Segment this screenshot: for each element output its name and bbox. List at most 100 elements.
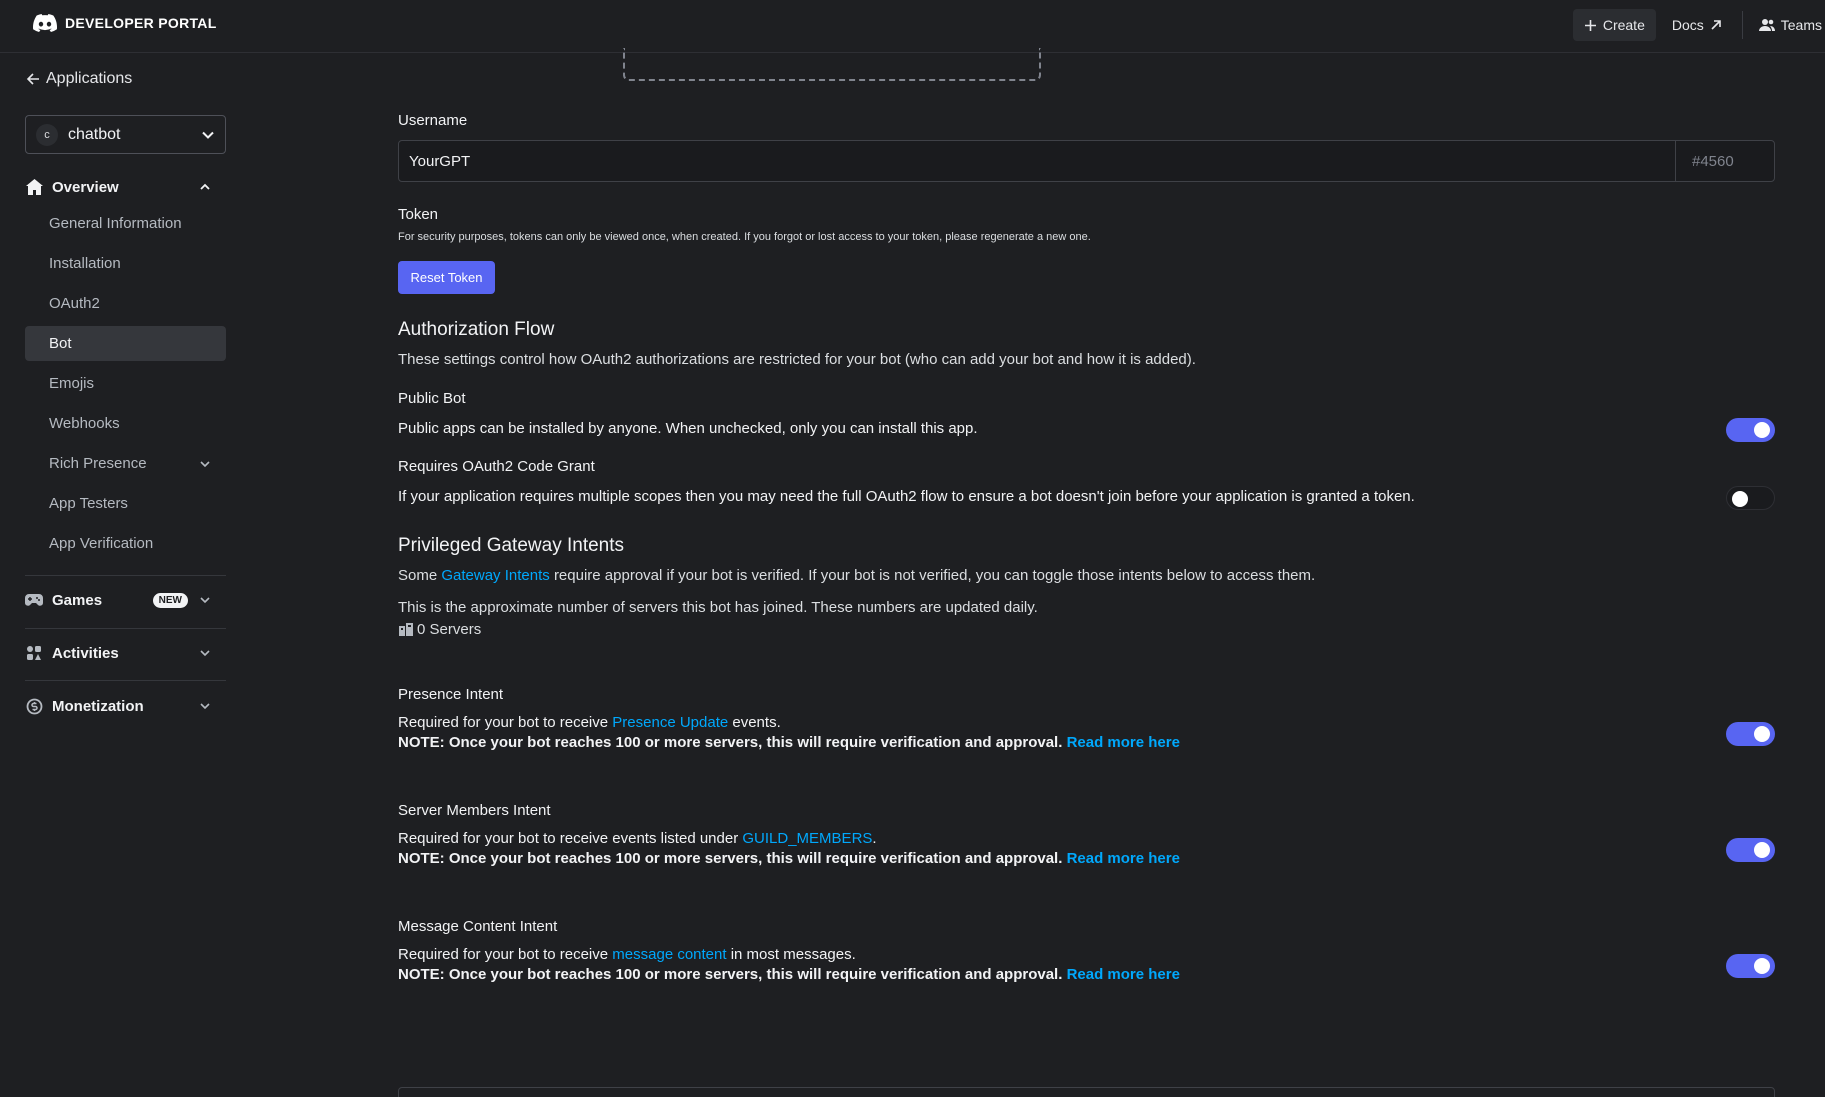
sidebar-item-webhooks[interactable]: Webhooks [25,406,226,441]
message-content-intent-description: Required for your bot to receive message… [398,946,856,963]
read-more-link[interactable]: Read more here [1067,850,1180,867]
username-label: Username [398,112,468,129]
server-members-intent-label: Server Members Intent [398,802,551,819]
home-icon [25,178,43,196]
sidebar-item-oauth2[interactable]: OAuth2 [25,286,226,321]
read-more-link[interactable]: Read more here [1067,966,1180,983]
presence-intent-label: Presence Intent [398,686,504,703]
sidebar-item-app-verification[interactable]: App Verification [25,526,226,561]
message-content-link[interactable]: message content [612,946,726,963]
username-value: YourGPT [409,153,471,170]
top-bar: DEVELOPER PORTAL Create Docs Teams [0,0,1825,53]
app-avatar: c [36,123,58,146]
token-label: Token [398,206,439,223]
presence-update-link[interactable]: Presence Update [612,714,728,731]
back-to-applications-link[interactable]: Applications [26,70,132,88]
username-field[interactable]: YourGPT #4560 [398,140,1775,182]
toggle-knob [1754,726,1770,742]
sidebar-item-label: Installation [49,255,121,272]
chevron-up-icon [200,183,210,190]
monetization-label: Monetization [52,697,144,715]
presence-intent-toggle[interactable] [1726,722,1775,746]
sidebar: Applications c chatbot Overview General … [0,53,250,1097]
create-button[interactable]: Create [1572,9,1656,41]
plus-icon [1584,19,1596,31]
public-bot-toggle[interactable] [1726,418,1775,442]
sidebar-item-app-testers[interactable]: App Testers [25,486,226,521]
chevron-down-icon [202,131,214,139]
app-name: chatbot [68,125,121,143]
message-desc-before: Required for your bot to receive [398,946,609,963]
bottom-panel [398,1087,1775,1097]
discriminator: #4560 [1675,141,1774,181]
gamepad-icon [25,591,43,609]
server-members-intent-description: Required for your bot to receive events … [398,830,877,847]
sidebar-item-bot[interactable]: Bot [25,326,226,361]
toggle-knob [1754,842,1770,858]
monetization-icon [25,697,43,715]
docs-link[interactable]: Docs [1672,17,1722,33]
application-selector[interactable]: c chatbot [25,115,226,154]
presence-desc-after: events. [732,714,781,731]
server-icon [399,623,413,636]
servers-note: This is the approximate number of server… [398,599,1038,616]
read-more-link[interactable]: Read more here [1067,734,1180,751]
reset-token-button[interactable]: Reset Token [398,261,495,294]
sidebar-section-monetization[interactable]: Monetization [25,692,226,720]
sidebar-item-general-information[interactable]: General Information [25,206,226,241]
overview-label: Overview [52,178,119,196]
sidebar-divider [25,628,226,629]
sidebar-item-label: General Information [49,215,182,232]
avatar-upload-dropzone[interactable] [623,48,1041,81]
activities-icon [25,644,43,662]
discord-logo-icon [33,14,57,32]
presence-desc-before: Required for your bot to receive [398,714,609,731]
code-grant-description: If your application requires multiple sc… [398,488,1415,505]
privileged-intents-heading: Privileged Gateway Intents [398,535,625,556]
sidebar-item-label: App Testers [49,495,128,512]
toggle-knob [1754,958,1770,974]
teams-link[interactable]: Teams [1758,17,1822,33]
sidebar-item-label: App Verification [49,535,154,552]
sidebar-item-label: Webhooks [49,415,120,432]
sidebar-section-activities[interactable]: Activities [25,639,226,667]
sidebar-item-emojis[interactable]: Emojis [25,366,226,401]
activities-label: Activities [52,644,119,662]
brand-title: DEVELOPER PORTAL [65,15,217,31]
server-members-intent-note: NOTE: Once your bot reaches 100 or more … [398,850,1180,867]
sidebar-divider [25,575,226,576]
sidebar-section-overview[interactable]: Overview [25,173,226,201]
sidebar-section-games[interactable]: Games NEW [25,586,226,614]
public-bot-description: Public apps can be installed by anyone. … [398,420,978,437]
server-members-intent-toggle[interactable] [1726,838,1775,862]
message-content-intent-toggle[interactable] [1726,954,1775,978]
guild-members-link[interactable]: GUILD_MEMBERS [742,830,872,847]
sidebar-item-installation[interactable]: Installation [25,246,226,281]
arrow-left-icon [26,73,39,85]
presence-intent-description: Required for your bot to receive Presenc… [398,714,781,731]
sidebar-item-label: OAuth2 [49,295,100,312]
developer-portal-logo[interactable]: DEVELOPER PORTAL [33,14,217,32]
sidebar-item-rich-presence[interactable]: Rich Presence [25,446,226,481]
intents-desc-before: Some [398,567,438,584]
message-desc-after: in most messages. [730,946,856,963]
chevron-down-icon [200,650,210,657]
teams-label: Teams [1780,17,1822,33]
message-content-intent-note: NOTE: Once your bot reaches 100 or more … [398,966,1180,983]
toggle-knob [1754,422,1770,438]
top-divider [1741,11,1743,39]
presence-intent-note: NOTE: Once your bot reaches 100 or more … [398,734,1180,751]
code-grant-toggle[interactable] [1726,486,1775,510]
gateway-intents-link[interactable]: Gateway Intents [441,567,549,584]
people-icon [1758,19,1775,31]
create-label: Create [1602,17,1645,33]
privileged-intents-description: Some Gateway Intents require approval if… [398,567,1315,584]
token-help-text: For security purposes, tokens can only b… [398,231,1091,243]
chevron-down-icon [200,703,210,710]
message-content-intent-label: Message Content Intent [398,918,558,935]
docs-label: Docs [1671,17,1704,33]
chevron-down-icon [200,597,210,604]
server-count-value: 0 Servers [417,621,482,638]
members-desc-before: Required for your bot to receive events … [398,830,739,847]
sidebar-item-label: Bot [49,335,72,352]
